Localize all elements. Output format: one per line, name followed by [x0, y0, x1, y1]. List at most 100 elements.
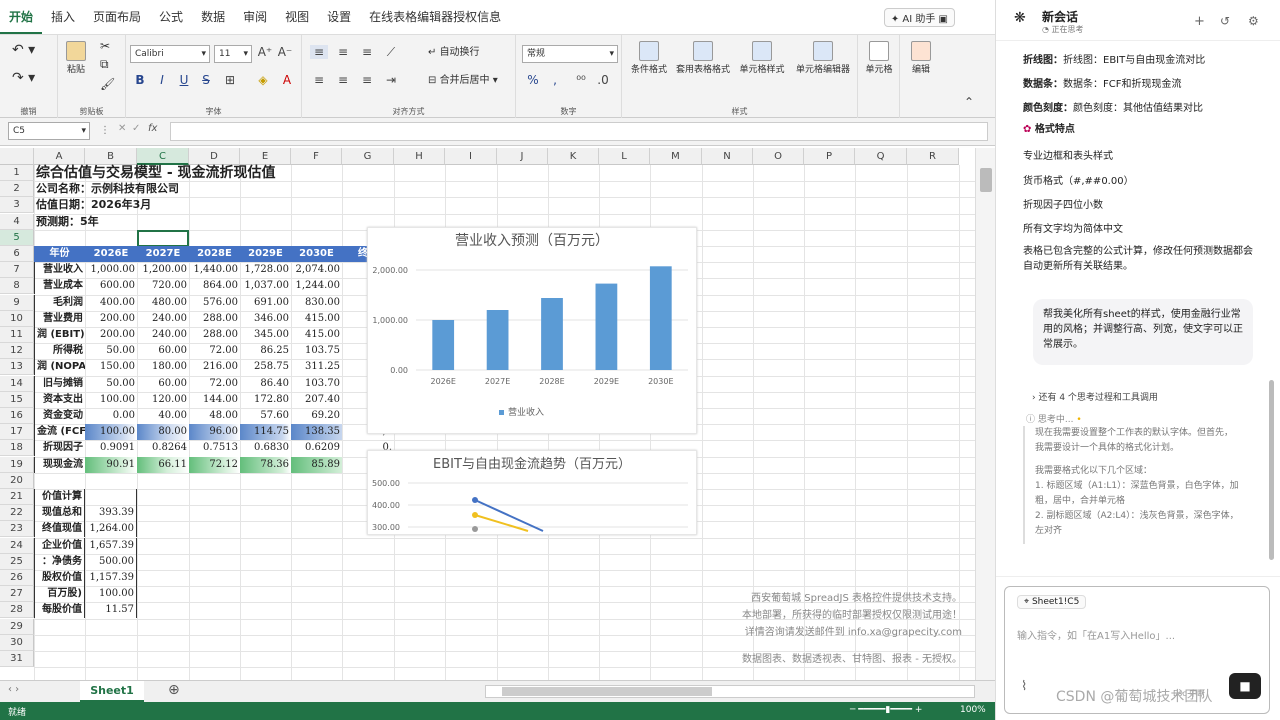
align-left-icon[interactable]: ≡	[310, 73, 328, 87]
row-header[interactable]: 20	[0, 472, 34, 489]
row-header[interactable]: 3	[0, 197, 34, 214]
cell-style-button[interactable]: 单元格样式	[734, 41, 790, 76]
add-sheet-icon[interactable]: ⊕	[168, 682, 180, 698]
cell[interactable]: 103.70	[291, 376, 342, 392]
cell[interactable]: 1,440.00	[189, 262, 240, 278]
cell[interactable]: 现值总和	[34, 505, 85, 522]
row-header[interactable]: 26	[0, 570, 34, 586]
column-header[interactable]: R	[907, 148, 959, 165]
row-header[interactable]: 18	[0, 440, 34, 457]
cell[interactable]: 576.00	[189, 295, 240, 311]
cell[interactable]: 50.00	[85, 343, 137, 359]
row-header[interactable]: 22	[0, 505, 34, 522]
column-header[interactable]: C	[137, 148, 189, 165]
tab-page-layout[interactable]: 页面布局	[84, 0, 150, 34]
row-header[interactable]: 4	[0, 213, 34, 230]
increase-decimal-icon[interactable]: ⁰⁰	[572, 73, 590, 87]
cell[interactable]: 345.00	[240, 327, 291, 343]
row-header[interactable]: 25	[0, 553, 34, 570]
cell[interactable]: 80.00	[137, 424, 189, 441]
align-bottom-icon[interactable]: ≡	[358, 45, 376, 59]
cell[interactable]: 营业费用	[34, 310, 85, 327]
format-as-table-button[interactable]: 套用表格格式	[676, 41, 730, 76]
row-header[interactable]: 7	[0, 262, 34, 279]
column-header[interactable]: M	[650, 148, 702, 165]
row-header[interactable]: 14	[0, 375, 34, 392]
cell[interactable]: 60.00	[137, 343, 189, 359]
cell[interactable]: 96.00	[189, 424, 240, 441]
column-header[interactable]: E	[240, 148, 291, 165]
row-header[interactable]: 8	[0, 278, 34, 295]
cell[interactable]: 所得税	[34, 343, 85, 360]
paste-button[interactable]: 粘贴	[64, 41, 88, 76]
cell[interactable]: 40.00	[137, 408, 189, 424]
context-chip[interactable]: ⌖ Sheet1!C5	[1017, 595, 1087, 609]
row-header[interactable]: 19	[0, 456, 34, 473]
cell[interactable]: 100.00	[85, 392, 137, 408]
cell[interactable]: 72.00	[189, 343, 240, 359]
row-header[interactable]: 11	[0, 327, 34, 343]
cell[interactable]: 346.00	[240, 311, 291, 327]
redo-icon[interactable]: ↷ ▾	[12, 71, 35, 85]
stop-button[interactable]: ■	[1229, 673, 1261, 699]
column-header[interactable]: J	[497, 148, 548, 165]
cell[interactable]: 200.00	[85, 311, 137, 327]
cell[interactable]: 172.80	[240, 392, 291, 408]
cell[interactable]: 1,037.00	[240, 278, 291, 294]
cell[interactable]: 润 (EBIT)	[34, 327, 85, 343]
cell[interactable]: 1,200.00	[137, 262, 189, 278]
cell[interactable]: 2026E	[85, 246, 137, 262]
more-icon[interactable]: ⋮	[100, 125, 110, 136]
cell[interactable]: 86.25	[240, 343, 291, 359]
cell[interactable]: 百万股)	[34, 586, 85, 603]
cell[interactable]: 600.00	[85, 278, 137, 294]
row-header[interactable]: 21	[0, 489, 34, 505]
select-all-corner[interactable]	[0, 148, 34, 165]
cut-icon[interactable]: ✂	[100, 40, 110, 52]
tab-settings[interactable]: 设置	[318, 0, 360, 34]
cell[interactable]: 0.00	[85, 408, 137, 424]
cell[interactable]: 0.8264	[137, 440, 189, 456]
column-header[interactable]: H	[394, 148, 445, 165]
cell[interactable]: 60.00	[137, 376, 189, 392]
cell[interactable]: 144.00	[189, 392, 240, 408]
row-header[interactable]: 2	[0, 181, 34, 198]
cell[interactable]: 润 (NOPAT)	[34, 359, 85, 376]
format-painter-icon[interactable]: 🖌	[100, 78, 115, 90]
align-top-icon[interactable]: ≡	[310, 45, 328, 59]
cells-button[interactable]: 单元格	[862, 41, 896, 76]
decrease-font-icon[interactable]: A⁻	[276, 45, 294, 59]
cell[interactable]: 折现因子	[34, 440, 85, 457]
cell[interactable]: 0.6209	[291, 440, 342, 456]
cell[interactable]: 营业收入	[34, 262, 85, 279]
cell[interactable]: 0.6830	[240, 440, 291, 456]
cell[interactable]: 50.00	[85, 376, 137, 392]
cell-editor-button[interactable]: 单元格编辑器	[794, 41, 852, 76]
font-size-select[interactable]: 11 ▾	[214, 45, 252, 63]
sheet-tab-sheet1[interactable]: Sheet1	[80, 681, 144, 702]
cell[interactable]: 0.7513	[189, 440, 240, 456]
cell[interactable]: 258.75	[240, 359, 291, 375]
cell[interactable]: 0.9091	[85, 440, 137, 456]
column-header[interactable]: K	[548, 148, 599, 165]
revenue-chart[interactable]: 营业收入预测（百万元） 0.00 1,000.00 2,000.00 2026E 202…	[367, 227, 697, 434]
cell[interactable]: 66.11	[137, 456, 189, 473]
cell[interactable]: 年份	[34, 246, 85, 262]
column-header[interactable]: O	[753, 148, 804, 165]
cell[interactable]: 480.00	[137, 295, 189, 311]
cell[interactable]: 1,264.00	[85, 521, 137, 538]
cell[interactable]: 估值日期：2026年3月	[34, 197, 234, 213]
row-header[interactable]: 31	[0, 651, 34, 667]
cell[interactable]: 114.75	[240, 424, 291, 441]
tab-review[interactable]: 审阅	[234, 0, 276, 34]
row-header[interactable]: 23	[0, 521, 34, 538]
cell[interactable]: 150.00	[85, 359, 137, 375]
fill-color-icon[interactable]: ◈	[254, 73, 272, 87]
cell[interactable]: 1,657.39	[85, 537, 137, 554]
row-header[interactable]: 6	[0, 246, 34, 262]
cell[interactable]: 股权价值	[34, 570, 85, 586]
vertical-scrollbar[interactable]	[975, 148, 995, 680]
cell[interactable]: 207.40	[291, 392, 342, 408]
horizontal-scrollbar[interactable]	[485, 685, 975, 698]
cell[interactable]: 1,244.00	[291, 278, 342, 294]
